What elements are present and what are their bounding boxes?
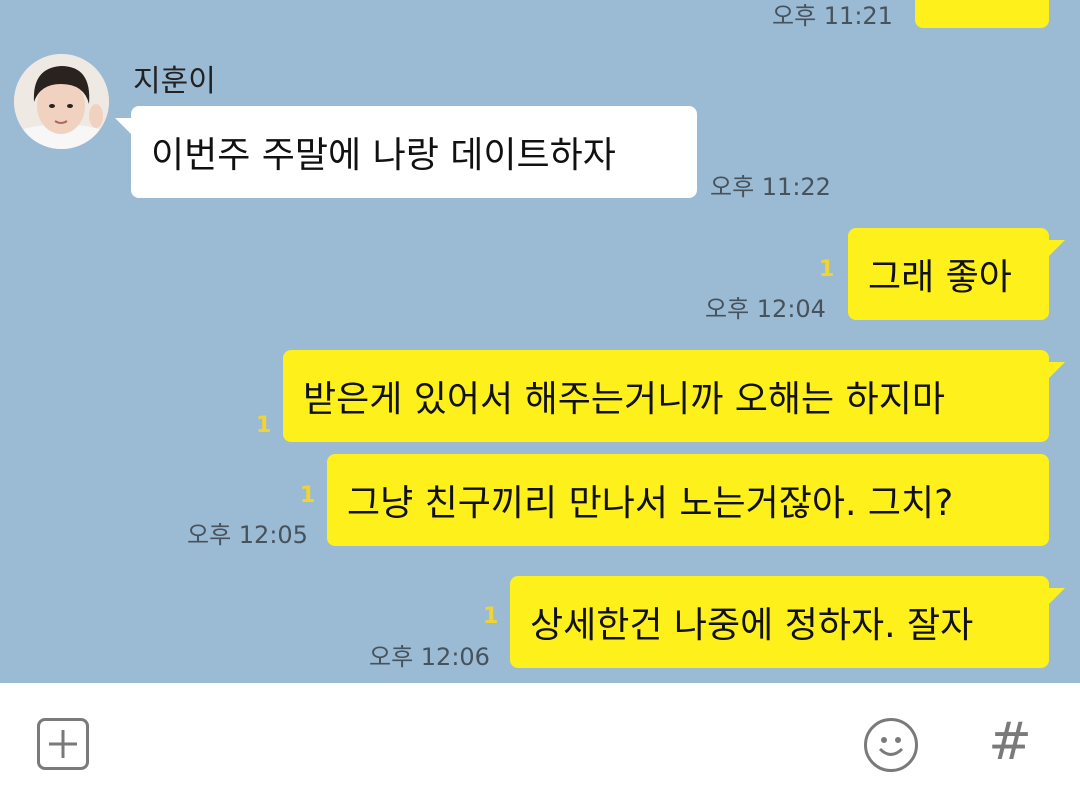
message-text: 상세한건 나중에 정하자. 잘자: [530, 605, 974, 646]
bubble-tail: [115, 118, 131, 134]
message-bubble-outgoing[interactable]: 그래 좋아: [848, 228, 1049, 320]
message-input-bar[interactable]: [0, 683, 1080, 809]
unread-count: 1: [300, 483, 316, 508]
bubble-tail: [1049, 588, 1065, 604]
contact-avatar[interactable]: [14, 54, 109, 149]
unread-count: 1: [483, 604, 499, 629]
message-bubble-outgoing[interactable]: 받은게 있어서 해주는거니까 오해는 하지마: [283, 350, 1049, 442]
chat-area[interactable]: 오후 11:21 지훈이 이번주 주말에 나랑 데이트하자 오후 11:22 1…: [0, 0, 1080, 683]
message-bubble[interactable]: [915, 0, 1049, 28]
message-time: 오후 12:04: [705, 295, 826, 323]
message-time: 오후 12:06: [369, 643, 490, 671]
unread-count: 1: [819, 257, 835, 282]
message-text: 받은게 있어서 해주는거니까 오해는 하지마: [303, 379, 945, 420]
message-text: 이번주 주말에 나랑 데이트하자: [151, 135, 616, 176]
plus-icon[interactable]: [37, 718, 89, 770]
message-bubble-incoming[interactable]: 이번주 주말에 나랑 데이트하자: [131, 106, 697, 198]
unread-count: 1: [256, 413, 272, 438]
contact-name: 지훈이: [133, 64, 216, 99]
message-time: 오후 12:05: [187, 521, 308, 549]
avatar-image: [14, 54, 109, 149]
message-bubble-outgoing[interactable]: 그냥 친구끼리 만나서 노는거잖아. 그치?: [327, 454, 1049, 546]
message-time: 오후 11:22: [710, 173, 831, 201]
hash-icon[interactable]: #: [985, 712, 1035, 772]
message-bubble-outgoing[interactable]: 상세한건 나중에 정하자. 잘자: [510, 576, 1049, 668]
bubble-tail: [1049, 240, 1065, 256]
emoji-icon[interactable]: [864, 718, 918, 772]
message-text: 그래 좋아: [868, 257, 1012, 298]
message-time: 오후 11:21: [772, 2, 893, 30]
message-text: 그냥 친구끼리 만나서 노는거잖아. 그치?: [347, 483, 954, 524]
bubble-tail: [1049, 362, 1065, 378]
